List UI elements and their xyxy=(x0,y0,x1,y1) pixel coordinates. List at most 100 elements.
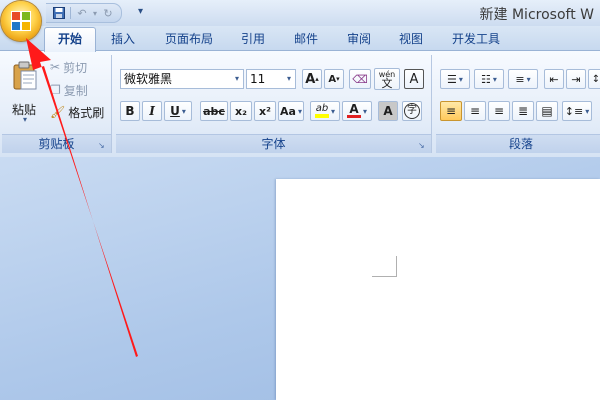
distributed-button[interactable]: ▤ xyxy=(536,101,558,121)
bullets-dropdown-icon[interactable]: ▾ xyxy=(459,75,463,84)
font-color-glyph: A xyxy=(349,102,359,116)
superscript-icon: x² xyxy=(259,104,271,118)
paste-button[interactable]: 粘贴 ▾ xyxy=(6,57,46,124)
office-logo-icon xyxy=(11,11,31,31)
numbering-dropdown-icon[interactable]: ▾ xyxy=(493,75,497,84)
font-size-dropdown-icon[interactable]: ▾ xyxy=(283,70,295,88)
font-name-dropdown-icon[interactable]: ▾ xyxy=(231,70,243,88)
sort-button[interactable]: ↕ xyxy=(588,69,600,89)
distributed-icon: ▤ xyxy=(541,104,553,118)
document-page[interactable] xyxy=(276,179,600,400)
font-color-dropdown-icon[interactable]: ▾ xyxy=(363,107,367,116)
align-center-button[interactable]: ≡ xyxy=(464,101,486,121)
grow-font-button[interactable]: A ▴ xyxy=(302,69,322,89)
phonetic-char: 文 xyxy=(381,77,393,90)
subscript-button[interactable]: x₂ xyxy=(230,101,252,121)
align-right-icon: ≡ xyxy=(493,104,505,118)
font-group-label: 字体 xyxy=(116,134,431,153)
office-button[interactable] xyxy=(1,1,41,41)
grow-arrow-icon: ▴ xyxy=(315,75,319,83)
change-case-dropdown-icon[interactable]: ▾ xyxy=(298,107,302,116)
window-title: 新建 Microsoft W xyxy=(479,7,594,23)
tab-page-layout[interactable]: 页面布局 xyxy=(156,29,222,49)
tab-home[interactable]: 开始 xyxy=(44,27,96,52)
format-painter-button[interactable]: 🖌 格式刷 xyxy=(50,102,104,122)
paste-dropdown-icon[interactable]: ▾ xyxy=(23,115,27,124)
change-case-button[interactable]: Aa ▾ xyxy=(278,101,304,121)
paste-icon xyxy=(13,61,37,90)
bullets-icon: ☰ xyxy=(447,72,457,86)
font-color-button[interactable]: A ▾ xyxy=(342,101,372,121)
scissors-icon: ✂ xyxy=(50,60,61,74)
line-spacing-button[interactable]: ↕≡ ▾ xyxy=(562,101,592,121)
multilevel-list-dropdown-icon[interactable]: ▾ xyxy=(527,75,531,84)
decrease-indent-button[interactable]: ⇤ xyxy=(544,69,564,89)
undo-icon[interactable]: ↶ xyxy=(73,5,91,21)
redo-icon[interactable]: ↻ xyxy=(99,5,117,21)
font-group: 微软雅黑 ▾ 11 ▾ A ▴ A ▾ ⌫ wén 文 A B I U ▾ ab… xyxy=(116,55,432,153)
clipboard-group-label: 剪贴板 xyxy=(2,134,111,153)
grow-font-icon: A xyxy=(305,71,316,87)
change-case-icon: Aa xyxy=(280,104,296,118)
customize-qat-icon[interactable]: ▾ xyxy=(138,6,143,17)
tab-review[interactable]: 审阅 xyxy=(337,29,381,49)
undo-dropdown-icon[interactable]: ▾ xyxy=(91,5,99,21)
phonetic-guide-button[interactable]: wén 文 xyxy=(374,68,400,90)
bullets-button[interactable]: ☰ ▾ xyxy=(440,69,470,89)
tab-references[interactable]: 引用 xyxy=(231,29,275,49)
brush-icon: 🖌 xyxy=(50,105,66,119)
increase-indent-button[interactable]: ⇥ xyxy=(566,69,586,89)
highlight-icon: ab xyxy=(314,104,329,118)
justify-button[interactable]: ≣ xyxy=(512,101,534,121)
italic-icon: I xyxy=(149,104,155,118)
enclose-characters-button[interactable]: 字 xyxy=(402,101,422,121)
clipboard-group: 粘贴 ▾ ✂ 剪切 ❐ 复制 🖌 格式刷 剪贴板 ↘ xyxy=(2,55,112,153)
clipboard-launcher-icon[interactable]: ↘ xyxy=(98,141,107,150)
ribbon: 粘贴 ▾ ✂ 剪切 ❐ 复制 🖌 格式刷 剪贴板 ↘ 微软雅黑 ▾ 11 ▾ A… xyxy=(0,50,600,158)
copy-label: 复制 xyxy=(63,83,88,98)
shrink-font-icon: A xyxy=(328,73,337,85)
underline-icon: U xyxy=(170,104,180,118)
cut-button[interactable]: ✂ 剪切 xyxy=(50,57,87,77)
align-right-button[interactable]: ≡ xyxy=(488,101,510,121)
clear-format-button[interactable]: ⌫ xyxy=(349,69,371,89)
tab-view[interactable]: 视图 xyxy=(389,29,433,49)
shrink-font-button[interactable]: A ▾ xyxy=(324,69,344,89)
highlight-button[interactable]: ab ▾ xyxy=(310,101,340,121)
multilevel-list-button[interactable]: ≡ ▾ xyxy=(508,69,538,89)
enclose-characters-icon: 字 xyxy=(404,103,420,119)
character-border-button[interactable]: A xyxy=(404,69,424,89)
superscript-button[interactable]: x² xyxy=(254,101,276,121)
font-name-value: 微软雅黑 xyxy=(124,72,173,86)
line-spacing-dropdown-icon[interactable]: ▾ xyxy=(585,107,589,116)
highlight-dropdown-icon[interactable]: ▾ xyxy=(331,107,335,116)
strikethrough-button[interactable]: abc xyxy=(200,101,228,121)
tab-mailings[interactable]: 邮件 xyxy=(284,29,328,49)
underline-button[interactable]: U ▾ xyxy=(164,101,192,121)
paragraph-group: ☰ ▾ ☷ ▾ ≡ ▾ ⇤ ⇥ ↕ ≡ ≡ ≡ ≣ ▤ ↕≡ ▾ 段落 xyxy=(436,55,600,153)
italic-button[interactable]: I xyxy=(142,101,162,121)
underline-dropdown-icon[interactable]: ▾ xyxy=(182,107,186,116)
character-shading-button[interactable]: A xyxy=(378,101,398,121)
font-name-box[interactable]: 微软雅黑 ▾ xyxy=(120,69,244,89)
tab-developer[interactable]: 开发工具 xyxy=(444,29,508,49)
justify-icon: ≣ xyxy=(517,104,529,118)
numbering-button[interactable]: ☷ ▾ xyxy=(474,69,504,89)
font-color-icon: A xyxy=(346,102,361,118)
eraser-icon: ⌫ xyxy=(352,72,368,86)
font-size-value: 11 xyxy=(250,72,266,86)
shrink-arrow-icon: ▾ xyxy=(336,75,340,83)
save-icon[interactable] xyxy=(50,5,68,21)
tab-insert[interactable]: 插入 xyxy=(101,29,145,49)
align-center-icon: ≡ xyxy=(469,104,481,118)
font-size-box[interactable]: 11 ▾ xyxy=(246,69,296,89)
copy-icon: ❐ xyxy=(50,83,61,97)
font-launcher-icon[interactable]: ↘ xyxy=(418,141,427,150)
format-painter-label: 格式刷 xyxy=(68,105,105,120)
bold-button[interactable]: B xyxy=(120,101,140,121)
copy-button[interactable]: ❐ 复制 xyxy=(50,80,88,100)
quick-access-toolbar: ↶ ▾ ↻ xyxy=(46,3,122,23)
align-left-button[interactable]: ≡ xyxy=(440,101,462,121)
align-left-icon: ≡ xyxy=(445,104,457,118)
numbering-icon: ☷ xyxy=(481,72,491,86)
